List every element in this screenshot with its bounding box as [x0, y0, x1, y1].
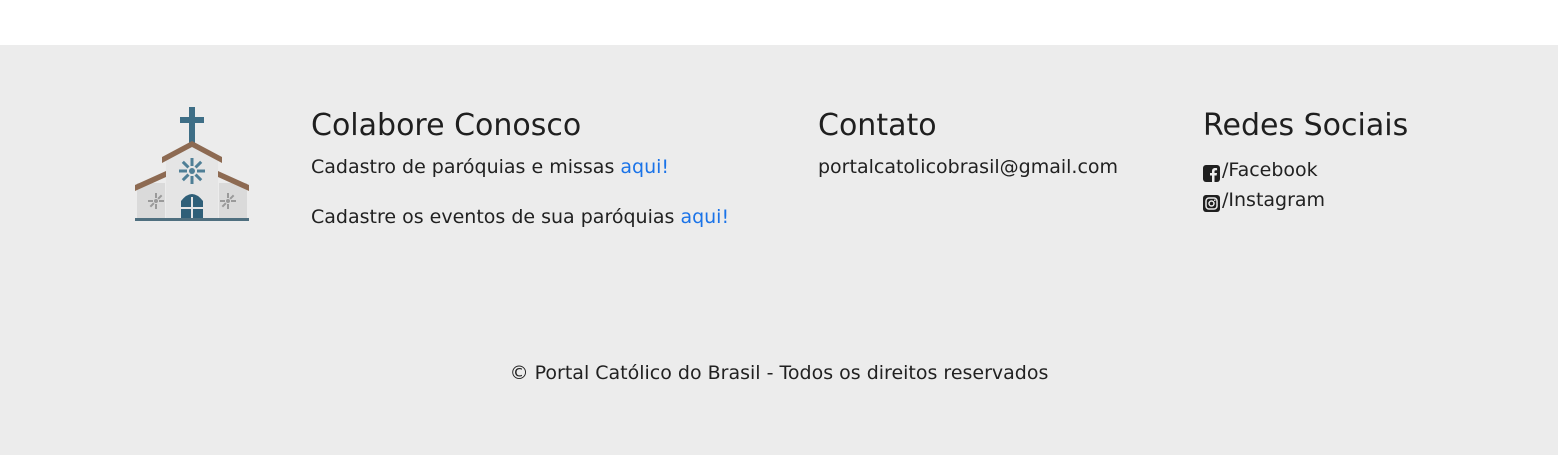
church-icon: [133, 105, 251, 223]
facebook-icon: [1203, 161, 1220, 182]
facebook-label: /Facebook: [1222, 159, 1318, 181]
instagram-link[interactable]: /Instagram: [1203, 185, 1408, 215]
contato-section: Contato portalcatolicobrasil@gmail.com: [818, 107, 1118, 205]
site-footer: Colabore Conosco Cadastro de paróquias e…: [0, 45, 1558, 455]
contato-email[interactable]: portalcatolicobrasil@gmail.com: [818, 155, 1118, 179]
colabore-line-eventos-text: Cadastre os eventos de sua paróquias: [311, 206, 681, 228]
contato-title: Contato: [818, 108, 937, 143]
page-top-area: [0, 0, 1558, 45]
colabore-line-paroquias-text: Cadastro de paróquias e missas: [311, 156, 621, 178]
cadastro-paroquias-link[interactable]: aqui!: [620, 156, 669, 178]
cadastro-eventos-link[interactable]: aqui!: [680, 206, 729, 228]
colabore-section: Colabore Conosco Cadastro de paróquias e…: [311, 107, 729, 255]
colabore-line-paroquias: Cadastro de paróquias e missas aqui!: [311, 155, 729, 179]
copyright-text: © Portal Católico do Brasil - Todos os d…: [509, 362, 1049, 384]
colabore-title: Colabore Conosco: [311, 108, 582, 143]
colabore-line-eventos: Cadastre os eventos de sua paróquias aqu…: [311, 205, 729, 229]
redes-sociais-section: Redes Sociais /Facebook /Instagram: [1203, 107, 1408, 215]
instagram-label: /Instagram: [1222, 189, 1326, 211]
facebook-link[interactable]: /Facebook: [1203, 155, 1408, 185]
instagram-icon: [1203, 191, 1220, 212]
redes-sociais-title: Redes Sociais: [1203, 108, 1409, 143]
